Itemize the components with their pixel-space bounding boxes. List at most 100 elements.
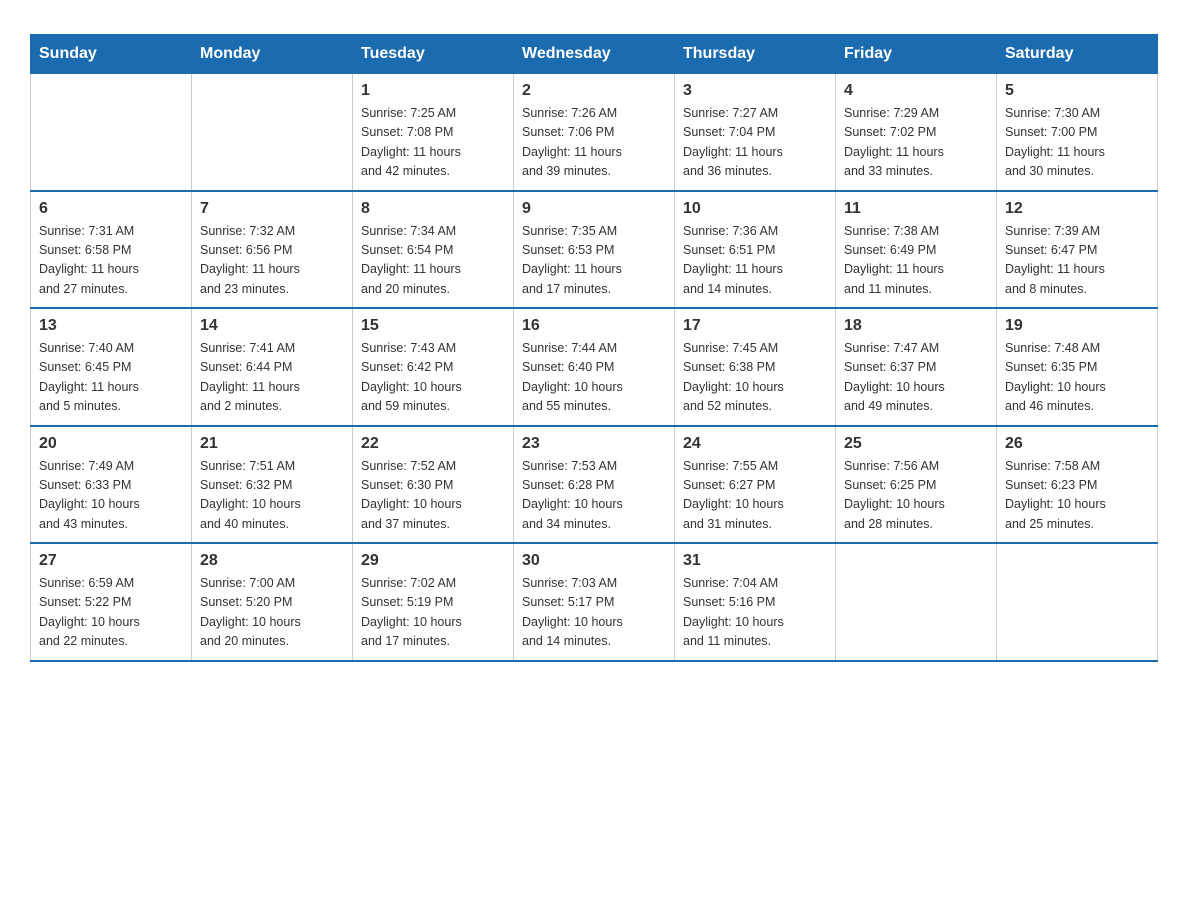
day-number: 6 [39,200,183,218]
day-number: 15 [361,317,505,335]
day-info: Sunrise: 7:40 AM Sunset: 6:45 PM Dayligh… [39,339,183,417]
day-cell: 8Sunrise: 7:34 AM Sunset: 6:54 PM Daylig… [353,191,514,309]
day-cell: 26Sunrise: 7:58 AM Sunset: 6:23 PM Dayli… [997,426,1158,544]
day-cell: 25 Sunrise: 7:56 AM Sunset: 6:25 PM Dayli… [836,426,997,544]
day-number: 19 [1005,317,1149,335]
day-info: Sunrise: 7:49 AM Sunset: 6:33 PM Dayligh… [39,457,183,535]
day-info: Sunrise: 7:47 AM Sunset: 6:37 PM Dayligh… [844,339,988,417]
day-cell: 14Sunrise: 7:41 AM Sunset: 6:44 PM Dayli… [192,308,353,426]
header-friday: Friday [836,35,997,74]
day-info: Sunrise: 7:39 AM Sunset: 6:47 PM Dayligh… [1005,222,1149,300]
day-cell: 30 Sunrise: 7:03 AM Sunset: 5:17 PM Dayli… [514,543,675,661]
day-number: 21 [200,435,344,453]
day-number: 5 [1005,82,1149,100]
day-info: Sunrise: 7:52 AM Sunset: 6:30 PM Dayligh… [361,457,505,535]
day-cell: 10 Sunrise: 7:36 AM Sunset: 6:51 PM Dayli… [675,191,836,309]
day-cell: 19 Sunrise: 7:48 AM Sunset: 6:35 PM Dayli… [997,308,1158,426]
calendar-header-row: SundayMondayTuesdayWednesdayThursdayFrid… [31,35,1158,74]
day-number: 24 [683,435,827,453]
day-number: 13 [39,317,183,335]
day-number: 3 [683,82,827,100]
day-number: 7 [200,200,344,218]
day-cell [192,74,353,191]
day-number: 29 [361,552,505,570]
day-cell: 18 Sunrise: 7:47 AM Sunset: 6:37 PM Dayli… [836,308,997,426]
day-info: Sunrise: 7:48 AM Sunset: 6:35 PM Dayligh… [1005,339,1149,417]
header-monday: Monday [192,35,353,74]
day-cell: 27 Sunrise: 6:59 AM Sunset: 5:22 PM Dayli… [31,543,192,661]
day-info: Sunrise: 7:30 AM Sunset: 7:00 PM Dayligh… [1005,104,1149,182]
day-number: 4 [844,82,988,100]
header-tuesday: Tuesday [353,35,514,74]
day-number: 28 [200,552,344,570]
header-sunday: Sunday [31,35,192,74]
day-info: Sunrise: 7:27 AM Sunset: 7:04 PM Dayligh… [683,104,827,182]
day-number: 22 [361,435,505,453]
day-number: 23 [522,435,666,453]
day-info: Sunrise: 7:31 AM Sunset: 6:58 PM Dayligh… [39,222,183,300]
day-info: Sunrise: 7:32 AM Sunset: 6:56 PM Dayligh… [200,222,344,300]
day-number: 9 [522,200,666,218]
day-info: Sunrise: 7:58 AM Sunset: 6:23 PM Dayligh… [1005,457,1149,535]
day-info: Sunrise: 7:00 AM Sunset: 5:20 PM Dayligh… [200,574,344,652]
day-info: Sunrise: 6:59 AM Sunset: 5:22 PM Dayligh… [39,574,183,652]
header-saturday: Saturday [997,35,1158,74]
week-row-4: 27 Sunrise: 6:59 AM Sunset: 5:22 PM Dayli… [31,543,1158,661]
day-info: Sunrise: 7:02 AM Sunset: 5:19 PM Dayligh… [361,574,505,652]
day-cell: 7 Sunrise: 7:32 AM Sunset: 6:56 PM Daylig… [192,191,353,309]
day-cell: 12 Sunrise: 7:39 AM Sunset: 6:47 PM Dayli… [997,191,1158,309]
day-info: Sunrise: 7:35 AM Sunset: 6:53 PM Dayligh… [522,222,666,300]
day-cell: 3 Sunrise: 7:27 AM Sunset: 7:04 PM Daylig… [675,74,836,191]
day-cell [31,74,192,191]
week-row-2: 13 Sunrise: 7:40 AM Sunset: 6:45 PM Dayli… [31,308,1158,426]
day-number: 31 [683,552,827,570]
day-number: 25 [844,435,988,453]
day-info: Sunrise: 7:56 AM Sunset: 6:25 PM Dayligh… [844,457,988,535]
day-cell: 11 Sunrise: 7:38 AM Sunset: 6:49 PM Dayli… [836,191,997,309]
day-info: Sunrise: 7:04 AM Sunset: 5:16 PM Dayligh… [683,574,827,652]
day-cell: 6 Sunrise: 7:31 AM Sunset: 6:58 PM Daylig… [31,191,192,309]
day-cell: 20 Sunrise: 7:49 AM Sunset: 6:33 PM Dayli… [31,426,192,544]
day-number: 17 [683,317,827,335]
day-cell: 1 Sunrise: 7:25 AM Sunset: 7:08 PM Daylig… [353,74,514,191]
header-wednesday: Wednesday [514,35,675,74]
day-info: Sunrise: 7:45 AM Sunset: 6:38 PM Dayligh… [683,339,827,417]
day-info: Sunrise: 7:34 AM Sunset: 6:54 PM Dayligh… [361,222,505,300]
day-info: Sunrise: 7:26 AM Sunset: 7:06 PM Dayligh… [522,104,666,182]
day-number: 18 [844,317,988,335]
day-number: 27 [39,552,183,570]
day-info: Sunrise: 7:51 AM Sunset: 6:32 PM Dayligh… [200,457,344,535]
day-cell: 17 Sunrise: 7:45 AM Sunset: 6:38 PM Dayli… [675,308,836,426]
day-cell: 15Sunrise: 7:43 AM Sunset: 6:42 PM Dayli… [353,308,514,426]
day-cell: 28 Sunrise: 7:00 AM Sunset: 5:20 PM Dayli… [192,543,353,661]
day-cell: 23 Sunrise: 7:53 AM Sunset: 6:28 PM Dayli… [514,426,675,544]
day-number: 2 [522,82,666,100]
day-info: Sunrise: 7:36 AM Sunset: 6:51 PM Dayligh… [683,222,827,300]
day-cell: 29 Sunrise: 7:02 AM Sunset: 5:19 PM Dayli… [353,543,514,661]
day-number: 11 [844,200,988,218]
day-cell: 2 Sunrise: 7:26 AM Sunset: 7:06 PM Daylig… [514,74,675,191]
day-cell: 9 Sunrise: 7:35 AM Sunset: 6:53 PM Daylig… [514,191,675,309]
day-cell: 16 Sunrise: 7:44 AM Sunset: 6:40 PM Dayli… [514,308,675,426]
day-number: 10 [683,200,827,218]
day-info: Sunrise: 7:38 AM Sunset: 6:49 PM Dayligh… [844,222,988,300]
day-cell: 5 Sunrise: 7:30 AM Sunset: 7:00 PM Daylig… [997,74,1158,191]
day-number: 16 [522,317,666,335]
week-row-1: 6 Sunrise: 7:31 AM Sunset: 6:58 PM Daylig… [31,191,1158,309]
day-number: 1 [361,82,505,100]
day-cell: 4 Sunrise: 7:29 AM Sunset: 7:02 PM Daylig… [836,74,997,191]
day-info: Sunrise: 7:53 AM Sunset: 6:28 PM Dayligh… [522,457,666,535]
week-row-3: 20 Sunrise: 7:49 AM Sunset: 6:33 PM Dayli… [31,426,1158,544]
week-row-0: 1 Sunrise: 7:25 AM Sunset: 7:08 PM Daylig… [31,74,1158,191]
day-cell: 22 Sunrise: 7:52 AM Sunset: 6:30 PM Dayli… [353,426,514,544]
day-info: Sunrise: 7:55 AM Sunset: 6:27 PM Dayligh… [683,457,827,535]
day-cell: 24 Sunrise: 7:55 AM Sunset: 6:27 PM Dayli… [675,426,836,544]
day-info: Sunrise: 7:25 AM Sunset: 7:08 PM Dayligh… [361,104,505,182]
day-number: 20 [39,435,183,453]
day-info: Sunrise: 7:29 AM Sunset: 7:02 PM Dayligh… [844,104,988,182]
day-info: Sunrise: 7:41 AM Sunset: 6:44 PM Dayligh… [200,339,344,417]
day-info: Sunrise: 7:44 AM Sunset: 6:40 PM Dayligh… [522,339,666,417]
day-number: 30 [522,552,666,570]
day-info: Sunrise: 7:03 AM Sunset: 5:17 PM Dayligh… [522,574,666,652]
day-number: 12 [1005,200,1149,218]
